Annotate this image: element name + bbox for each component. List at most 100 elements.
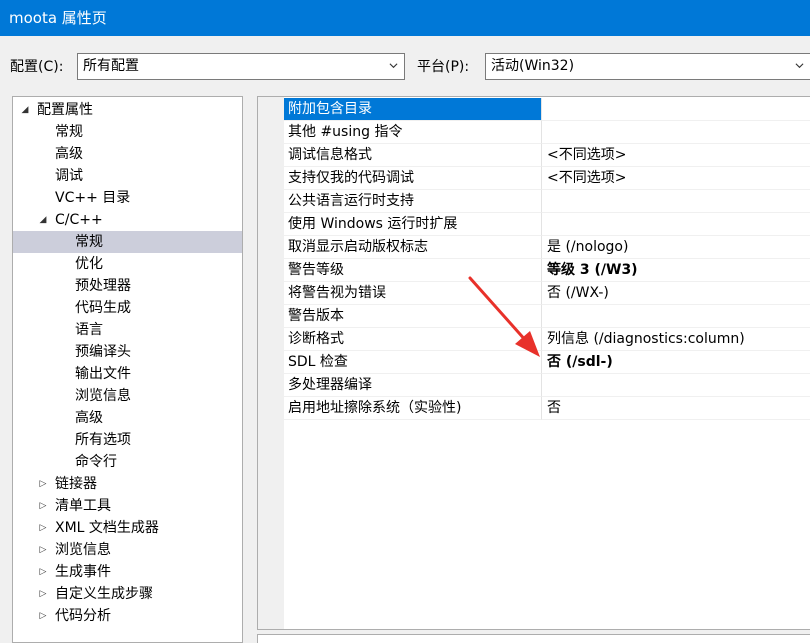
collapsed-triangle-icon[interactable]: ▷ [37, 605, 49, 627]
property-row[interactable]: 多处理器编译 [284, 374, 810, 397]
property-name[interactable]: 诊断格式 [284, 328, 542, 351]
tree-item[interactable]: ▷ 链接器 [13, 473, 242, 495]
tree-item-label: 配置属性 [37, 102, 93, 118]
expanded-triangle-icon[interactable]: ◢ [37, 209, 49, 231]
property-name[interactable]: 使用 Windows 运行时扩展 [284, 213, 542, 236]
tree-item-label: 链接器 [55, 476, 97, 492]
property-tree[interactable]: ◢ 配置属性 常规 高级 调试 VC++ 目录 ◢ C/C++ 常规 优化 预处理器 代码生成 语言 预编… [12, 96, 243, 643]
tree-item[interactable]: 语言 [13, 319, 242, 341]
property-row[interactable]: 支持仅我的代码调试 <不同选项> [284, 167, 810, 190]
collapsed-triangle-icon[interactable]: ▷ [37, 495, 49, 517]
property-name[interactable]: 将警告视为错误 [284, 282, 542, 305]
property-value[interactable]: 否 (/sdl-) [542, 351, 810, 374]
property-row[interactable]: 将警告视为错误否 (/WX-) [284, 282, 810, 305]
property-name[interactable]: 调试信息格式 [284, 144, 542, 167]
tree-item[interactable]: 预编译头 [13, 341, 242, 363]
property-row[interactable]: 调试信息格式 <不同选项> [284, 144, 810, 167]
tree-item[interactable]: ▷ 清单工具 [13, 495, 242, 517]
tree-item[interactable]: ◢ 配置属性 [13, 99, 242, 121]
tree-item-label: 高级 [55, 146, 83, 162]
tree-item[interactable]: ▷ 自定义生成步骤 [13, 583, 242, 605]
platform-label: 平台(P): [417, 59, 470, 75]
tree-item[interactable]: ▷ 生成事件 [13, 561, 242, 583]
property-value[interactable] [542, 374, 810, 397]
tree-item[interactable]: ▷ 代码分析 [13, 605, 242, 627]
tree-item-label: 输出文件 [75, 366, 131, 382]
tree-item[interactable]: 浏览信息 [13, 385, 242, 407]
platform-dropdown[interactable]: 活动(Win32) [485, 53, 810, 80]
configuration-dropdown[interactable]: 所有配置 [77, 53, 405, 80]
collapsed-triangle-icon[interactable]: ▷ [37, 583, 49, 605]
property-value[interactable]: <不同选项> [542, 167, 810, 190]
property-value[interactable] [542, 121, 810, 144]
property-name[interactable]: 警告等级 [284, 259, 542, 282]
property-row[interactable]: 使用 Windows 运行时扩展 [284, 213, 810, 236]
property-name[interactable]: 警告版本 [284, 305, 542, 328]
property-name[interactable]: SDL 检查 [284, 351, 542, 374]
property-row[interactable]: 其他 #using 指令 [284, 121, 810, 144]
tree-item[interactable]: VC++ 目录 [13, 187, 242, 209]
property-value[interactable]: 等级 3 (/W3) [542, 259, 810, 282]
tree-item-label: 常规 [75, 234, 103, 250]
property-name[interactable]: 公共语言运行时支持 [284, 190, 542, 213]
property-value[interactable] [542, 98, 810, 121]
tree-item[interactable]: 命令行 [13, 451, 242, 473]
property-name[interactable]: 附加包含目录 [284, 98, 542, 121]
property-name[interactable]: 其他 #using 指令 [284, 121, 542, 144]
property-value[interactable]: 否 [542, 397, 810, 420]
tree-item-label: C/C++ [55, 212, 103, 228]
property-row[interactable]: 启用地址擦除系统（实验性) 否 [284, 397, 810, 420]
tree-item-label: 高级 [75, 410, 103, 426]
collapsed-triangle-icon[interactable]: ▷ [37, 473, 49, 495]
tree-item-label: 预编译头 [75, 344, 131, 360]
property-row[interactable]: 警告等级 等级 3 (/W3) [284, 259, 810, 282]
tree-item[interactable]: 优化 [13, 253, 242, 275]
property-row[interactable]: 公共语言运行时支持 [284, 190, 810, 213]
property-value[interactable]: 列信息 (/diagnostics:column) [542, 328, 810, 351]
tree-item-label: VC++ 目录 [55, 190, 131, 206]
configuration-value: 所有配置 [83, 58, 139, 74]
tree-item-label: 优化 [75, 256, 103, 272]
property-value[interactable]: 否 (/WX-) [542, 282, 810, 305]
tree-item[interactable]: 代码生成 [13, 297, 242, 319]
property-name[interactable]: 多处理器编译 [284, 374, 542, 397]
tree-item-label: 语言 [75, 322, 103, 338]
property-value[interactable] [542, 190, 810, 213]
tree-item-label: 生成事件 [55, 564, 111, 580]
property-row[interactable]: 附加包含目录 [284, 98, 810, 121]
tree-item[interactable]: 所有选项 [13, 429, 242, 451]
tree-item[interactable]: 高级 [13, 143, 242, 165]
tree-item-label: 代码分析 [55, 608, 111, 624]
tree-item[interactable]: 常规 [13, 121, 242, 143]
tree-item[interactable]: ▷ XML 文档生成器 [13, 517, 242, 539]
collapsed-triangle-icon[interactable]: ▷ [37, 561, 49, 583]
tree-item[interactable]: ▷ 浏览信息 [13, 539, 242, 561]
tree-item[interactable]: 输出文件 [13, 363, 242, 385]
collapsed-triangle-icon[interactable]: ▷ [37, 517, 49, 539]
description-panel [257, 634, 810, 643]
property-value[interactable] [542, 213, 810, 236]
tree-item-label: 命令行 [75, 454, 117, 470]
window-title: moota 属性页 [0, 0, 810, 36]
property-row[interactable]: 诊断格式 列信息 (/diagnostics:column) [284, 328, 810, 351]
property-name[interactable]: 取消显示启动版权标志 [284, 236, 542, 259]
tree-item[interactable]: 调试 [13, 165, 242, 187]
property-row[interactable]: 取消显示启动版权标志是 (/nologo) [284, 236, 810, 259]
collapsed-triangle-icon[interactable]: ▷ [37, 539, 49, 561]
property-row[interactable]: 警告版本 [284, 305, 810, 328]
tree-item[interactable]: 常规 [13, 231, 242, 253]
property-value[interactable] [542, 305, 810, 328]
property-value[interactable]: 是 (/nologo) [542, 236, 810, 259]
chevron-down-icon [795, 63, 804, 69]
property-grid[interactable]: 附加包含目录 其他 #using 指令 调试信息格式 <不同选项> 支持仅我的代码调试 <… [257, 96, 810, 630]
property-name[interactable]: 支持仅我的代码调试 [284, 167, 542, 190]
tree-item[interactable]: ◢ C/C++ [13, 209, 242, 231]
property-name[interactable]: 启用地址擦除系统（实验性) [284, 397, 542, 420]
tree-item[interactable]: 预处理器 [13, 275, 242, 297]
expanded-triangle-icon[interactable]: ◢ [19, 99, 31, 121]
property-value[interactable]: <不同选项> [542, 144, 810, 167]
platform-value: 活动(Win32) [491, 58, 575, 74]
property-row[interactable]: SDL 检查否 (/sdl-) [284, 351, 810, 374]
tree-item[interactable]: 高级 [13, 407, 242, 429]
tree-item-label: 代码生成 [75, 300, 131, 316]
